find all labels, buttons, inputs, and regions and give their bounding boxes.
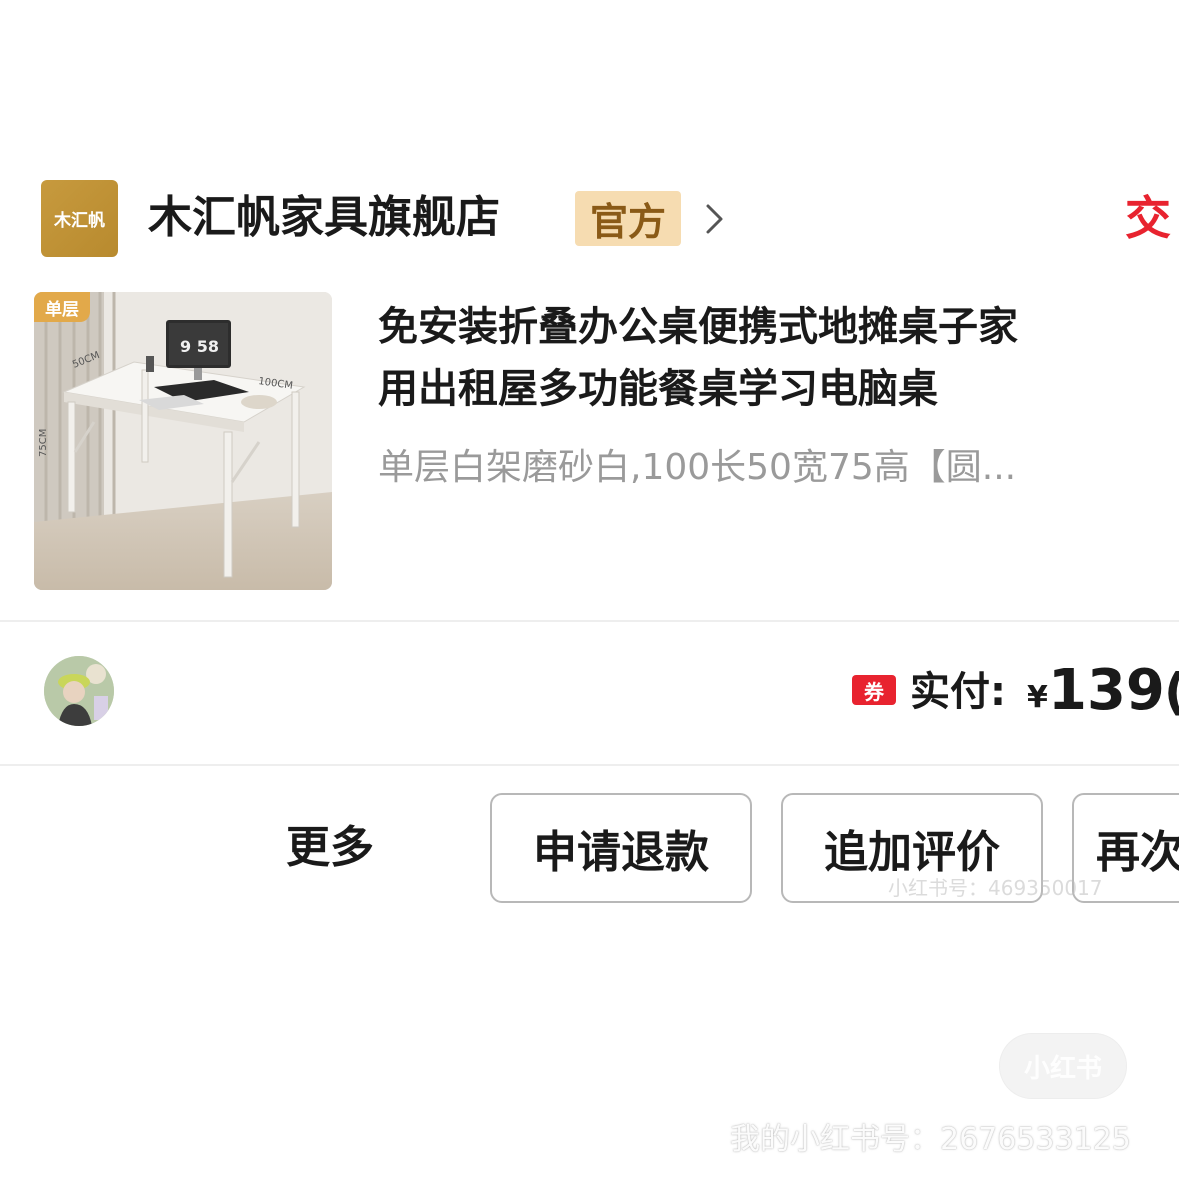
watermark-small: 小红书号：469350017 [888,876,1103,900]
chevron-right-icon[interactable] [700,200,728,238]
official-badge: 官方 [575,191,681,246]
watermark-id: 我的小红书号：2676533125 [730,1122,1131,1157]
refund-button[interactable]: 申请退款 [490,793,752,903]
currency-symbol: ¥ [1027,680,1048,715]
amount-trailing: ( [1164,660,1179,724]
product-title-line1: 免安装折叠办公桌便携式地摊桌子家 [378,304,1018,350]
paid-amount: 139 [1048,658,1165,723]
avatar[interactable] [44,656,114,726]
thumb-tag: 单层 [34,292,90,322]
product-title-line2: 用出租屋多功能餐桌学习电脑桌 [378,366,938,412]
more-button[interactable]: 更多 [286,818,374,878]
product-image[interactable]: 9 58 50CM 100CM 75CM 单层 [34,292,332,590]
divider [0,764,1179,766]
avatar-image [44,656,114,726]
product-spec: 单层白架磨砂白,100长50宽75高【圆... [378,447,1017,488]
store-name[interactable]: 木汇帆家具旗舰店 [148,190,500,246]
desk-illustration: 9 58 50CM 100CM 75CM [34,292,332,590]
watermark-logo: 小红书 [1000,1034,1126,1098]
coupon-icon: 券 [852,675,896,705]
order-status: 交 [1125,191,1171,245]
divider [0,620,1179,622]
store-logo[interactable]: 木汇帆 [41,180,118,257]
store-logo-text: 木汇帆 [54,211,105,231]
product-title[interactable]: 免安装折叠办公桌便携式地摊桌子家 用出租屋多功能餐桌学习电脑桌 [378,296,1178,420]
clock-label: 9 58 [180,337,219,356]
paid-label: 实付: [910,669,1006,715]
height-label: 75CM [38,429,49,457]
